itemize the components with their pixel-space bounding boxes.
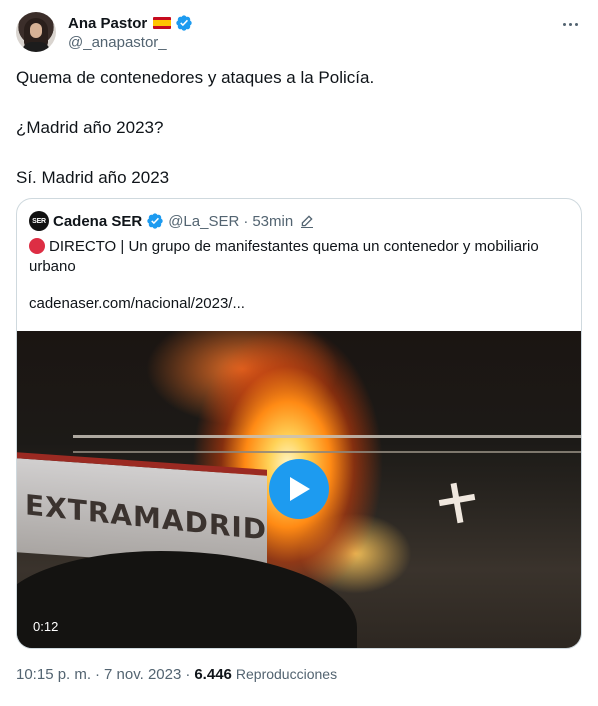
spain-flag-icon [153,17,172,29]
author-handle[interactable]: @_anapastor_ [68,34,167,51]
play-triangle-icon [290,477,310,501]
separator-dot: · [185,666,191,683]
author-name-row: Ana Pastor [68,13,193,33]
quoted-tweet-text: DIRECTO | Un grupo de manifestantes quem… [29,237,569,277]
video-scene-car [17,551,357,648]
views-label: Reproducciones [235,666,338,682]
tweet-text-line: ¿Madrid año 2023? [16,118,164,137]
verified-badge-icon [147,213,163,229]
quoted-tweet-header: SER Cadena SER @La_SER · 53min [29,211,315,231]
quoted-tweet-time[interactable]: 53min [252,213,293,230]
tweet-text-line: Sí. Madrid año 2023 [16,168,170,187]
tweet-metadata: 10:15 p. m. · 7 nov. 2023 · 6.446 Reprod… [16,666,337,683]
video-scene-guardrail [73,435,581,453]
edited-pencil-icon[interactable] [299,213,315,229]
live-red-circle-icon [29,238,45,254]
tweet-date[interactable]: 7 nov. 2023 [104,666,181,683]
more-dot [562,22,566,26]
more-options-icon[interactable] [560,14,580,34]
avatar-face [30,23,42,38]
views-count[interactable]: 6.446 [194,666,232,683]
avatar-shirt [22,42,50,52]
video-player[interactable]: EXTRAMADRID 0:12 [17,331,581,648]
video-scene-cross [437,483,477,523]
verified-badge-icon[interactable] [175,14,193,32]
author-display-name[interactable]: Ana Pastor [68,15,147,32]
more-dot [568,22,572,26]
more-dot [574,22,578,26]
tweet: Ana Pastor @_anapastor_ Quema de contene… [0,0,598,706]
quoted-tweet-body: DIRECTO | Un grupo de manifestantes quem… [29,238,539,275]
cadena-ser-logo: SER [29,211,49,231]
tweet-time[interactable]: 10:15 p. m. [16,666,91,683]
quoted-author-name[interactable]: Cadena SER [53,213,142,230]
avatar[interactable] [16,12,56,52]
tweet-text-line: Quema de contenedores y ataques a la Pol… [16,68,375,87]
video-duration: 0:12 [33,619,59,634]
quoted-tweet-link[interactable]: cadenaser.com/nacional/2023/... [29,295,245,312]
quoted-author-handle[interactable]: @La_SER [168,213,239,230]
separator-dot: · [243,212,249,230]
play-icon[interactable] [269,459,329,519]
separator-dot: · [95,666,101,683]
tweet-text: Quema de contenedores y ataques a la Pol… [16,66,582,190]
quoted-tweet-card[interactable]: SER Cadena SER @La_SER · 53min DIRECTO |… [16,198,582,649]
